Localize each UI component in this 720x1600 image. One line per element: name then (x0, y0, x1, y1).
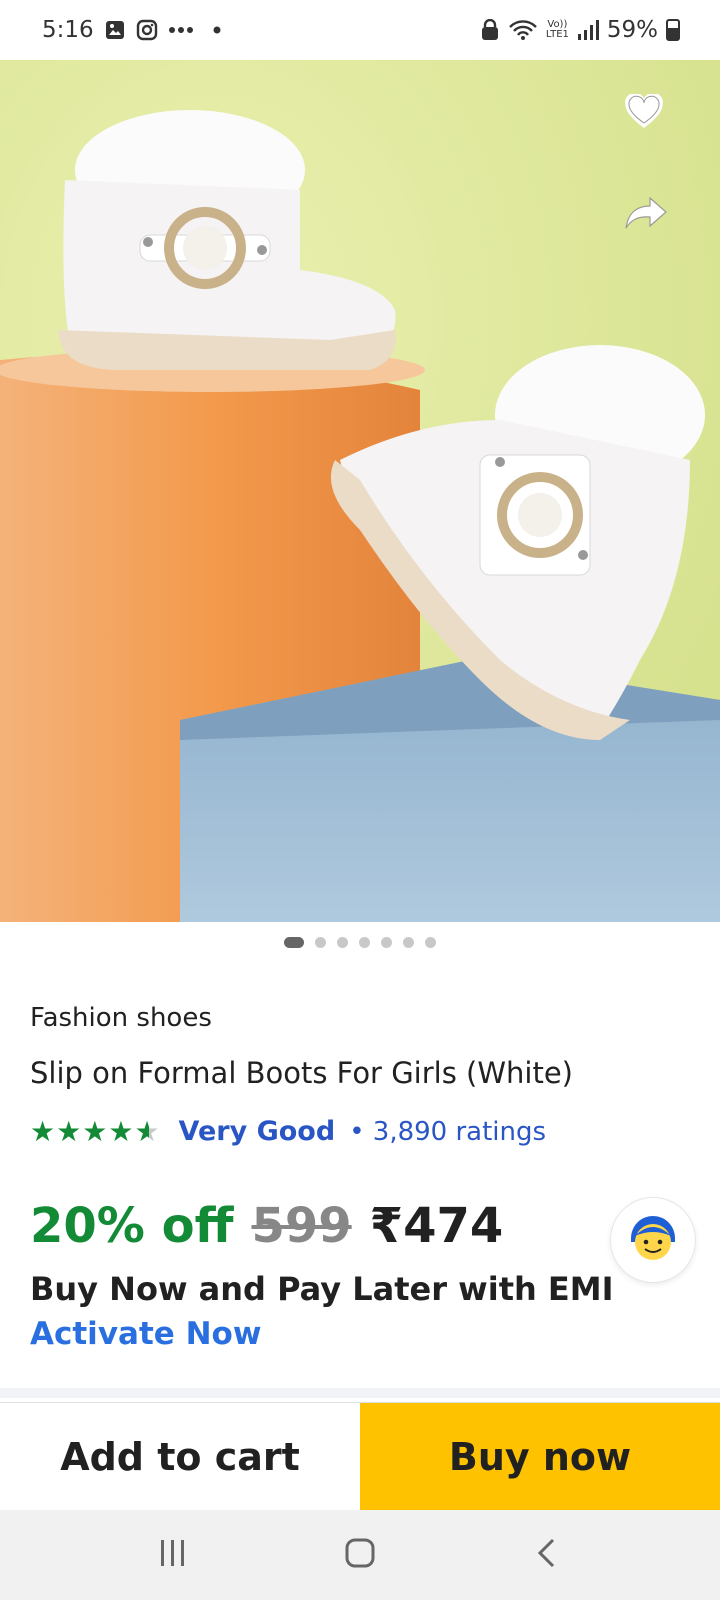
buy-now-button[interactable]: Buy now (360, 1403, 720, 1511)
dot-indicator-icon (212, 25, 222, 35)
star-half-icon: ★ (134, 1115, 161, 1148)
product-title: Slip on Formal Boots For Girls (White) (30, 1056, 573, 1090)
status-bar: 5:16 Vo)) LTE1 59% (0, 0, 720, 60)
recent-apps-button[interactable] (143, 1525, 203, 1585)
bottom-action-bar: Add to cart Buy now (0, 1402, 720, 1511)
more-notifications-icon (168, 25, 194, 35)
back-icon (535, 1537, 559, 1573)
brand-name[interactable]: Fashion shoes (30, 1003, 212, 1033)
emi-text: Buy Now and Pay Later with EMI (30, 1270, 614, 1308)
activate-now-link[interactable]: Activate Now (30, 1316, 261, 1352)
volte-label: Vo)) LTE1 (545, 19, 569, 40)
back-button[interactable] (517, 1525, 577, 1585)
rating-stars: ★ ★ ★ ★ ★ (30, 1115, 161, 1148)
selling-price: ₹474 (369, 1198, 504, 1254)
star-icon: ★ (30, 1115, 57, 1148)
price-row: 20% off 599 ₹474 (30, 1198, 503, 1254)
pager-dot[interactable] (315, 936, 326, 948)
status-right: Vo)) LTE1 59% (480, 17, 680, 43)
image-pager[interactable] (0, 932, 720, 952)
wifi-icon (508, 19, 538, 41)
pager-dot[interactable] (284, 936, 304, 948)
battery-icon (666, 19, 680, 41)
pager-dot[interactable] (425, 936, 436, 948)
home-icon (344, 1537, 376, 1573)
system-nav-bar (0, 1510, 720, 1600)
star-icon: ★ (56, 1115, 83, 1148)
product-image (0, 60, 720, 922)
product-image-carousel[interactable] (0, 60, 720, 922)
star-icon: ★ (108, 1115, 135, 1148)
discount-percent: 20% off (30, 1198, 234, 1254)
pager-dot[interactable] (337, 936, 348, 948)
original-price: 599 (251, 1198, 352, 1254)
lock-icon (480, 19, 500, 41)
pager-dot[interactable] (381, 936, 392, 948)
status-left: 5:16 (42, 17, 222, 43)
signal-icon (577, 20, 599, 40)
recents-icon (158, 1538, 188, 1572)
wishlist-button[interactable] (624, 94, 680, 150)
assistant-avatar-icon (623, 1208, 683, 1272)
rating-label: Very Good (178, 1116, 336, 1147)
battery-percent: 59% (606, 17, 658, 43)
instagram-icon (136, 19, 158, 41)
pager-dot[interactable] (359, 936, 370, 948)
rating-row[interactable]: ★ ★ ★ ★ ★ Very Good • 3,890 ratings (30, 1115, 546, 1148)
section-divider (0, 1388, 720, 1398)
star-icon: ★ (82, 1115, 109, 1148)
share-button[interactable] (624, 194, 680, 250)
add-to-cart-button[interactable]: Add to cart (0, 1403, 360, 1511)
home-button[interactable] (330, 1525, 390, 1585)
status-time: 5:16 (42, 17, 94, 43)
rating-count[interactable]: • 3,890 ratings (349, 1117, 546, 1147)
gallery-icon (104, 19, 126, 41)
pager-dot[interactable] (403, 936, 414, 948)
assistant-button[interactable] (610, 1197, 696, 1283)
